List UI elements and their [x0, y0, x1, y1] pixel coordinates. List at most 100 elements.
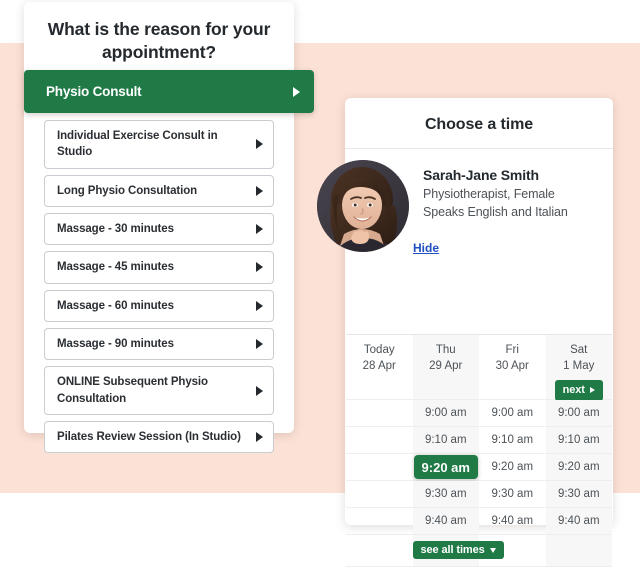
see-all-times-cell [479, 535, 546, 566]
schedule-day-date: 29 Apr [429, 359, 463, 372]
time-slot-label: 9:00 am [557, 407, 600, 419]
time-slot-label: 9:10 am [557, 434, 600, 446]
see-all-times-row: see all times [346, 535, 612, 567]
schedule-row: 9:00 am 9:00 am 9:00 am [346, 400, 612, 427]
practitioner-role: Physiotherapist, Female [423, 187, 555, 201]
reason-list: Individual Exercise Consult in Studio Lon… [44, 120, 274, 459]
time-slot[interactable]: 9:40 am [479, 508, 546, 534]
time-slot[interactable]: 9:30 am [479, 481, 546, 507]
time-slot[interactable]: 9:20 am [479, 454, 546, 480]
schedule-day-column: Thu 29 Apr [412, 335, 479, 399]
time-slot[interactable]: 9:00 am [479, 400, 546, 426]
reason-item[interactable]: Massage - 30 minutes [44, 212, 274, 246]
time-slot-selected[interactable]: 9:20 am [412, 454, 479, 480]
time-slot[interactable]: 9:30 am [412, 481, 479, 507]
time-slot-empty [346, 427, 413, 453]
schedule-row: 9:10 am 9:10 am 9:10 am [346, 427, 612, 454]
avatar [317, 160, 409, 252]
schedule-day-name: Today [363, 344, 395, 356]
time-slot[interactable]: 9:20 am [545, 454, 612, 480]
time-slot-label: 9:40 am [424, 515, 467, 527]
schedule-row: 9:20 am 9:20 am 9:20 am [346, 454, 612, 481]
reason-item[interactable]: Massage - 60 minutes [44, 289, 274, 322]
time-slot-label: 9:40 am [491, 515, 534, 527]
reason-item[interactable]: Pilates Review Session (In Studio) [44, 420, 274, 454]
reason-item[interactable]: Massage - 45 minutes [44, 251, 274, 284]
schedule-day-column: Today 28 Apr [346, 335, 413, 399]
next-button-label: next [562, 383, 585, 396]
schedule-row: 9:40 am 9:40 am 9:40 am [346, 508, 612, 535]
schedule-day-column: Sat 1 May next [545, 335, 612, 401]
see-all-times-cell: see all times [412, 535, 504, 566]
time-slot-empty [346, 481, 413, 507]
time-slot[interactable]: 9:00 am [412, 400, 479, 426]
schedule-body: 9:00 am 9:00 am 9:00 am 9:10 am 9:10 am 9:10… [346, 400, 612, 535]
schedule-day-name: Sat [570, 344, 588, 356]
next-week-button[interactable]: next [554, 379, 603, 401]
time-slot-label: 9:10 am [491, 434, 534, 446]
time-slot[interactable]: 9:10 am [412, 427, 479, 453]
time-slot[interactable]: 9:00 am [545, 400, 612, 426]
schedule-row: 9:30 am 9:30 am 9:30 am [346, 481, 612, 508]
schedule-day-column: Fri 30 Apr [479, 335, 546, 399]
time-slot-label: 9:30 am [557, 488, 600, 500]
caret-right-icon [256, 300, 263, 311]
time-slot-empty [346, 508, 413, 534]
time-slot[interactable]: 9:40 am [412, 508, 479, 534]
time-slot[interactable]: 9:40 am [545, 508, 612, 534]
time-slot-empty [346, 454, 413, 480]
schedule-day-name: Thu [435, 344, 456, 356]
schedule-day-name: Fri [505, 344, 519, 356]
choose-time-panel: Choose a time Sarah-Jane Smith Physiothe… [317, 98, 613, 567]
see-all-times-cell [346, 535, 413, 566]
time-slot-label: 9:20 am [491, 461, 534, 473]
caret-right-icon [256, 224, 263, 235]
see-all-times-cell [545, 535, 612, 566]
caret-right-icon [589, 387, 595, 394]
reason-item[interactable]: Individual Exercise Consult in Studio [44, 120, 274, 169]
caret-right-icon [256, 185, 263, 196]
time-slot-label: 9:40 am [557, 515, 600, 527]
schedule-grid: Today 28 Apr Thu 29 Apr Fri 30 Apr Sat 1 May nex… [346, 334, 612, 567]
selected-reason-physio-consult[interactable]: Physio Consult [24, 70, 314, 113]
reason-item[interactable]: Massage - 90 minutes [44, 327, 274, 361]
hide-link[interactable]: Hide [413, 241, 439, 255]
caret-right-icon [256, 339, 263, 350]
see-all-times-label: see all times [420, 544, 485, 556]
time-slot[interactable]: 9:10 am [479, 427, 546, 453]
schedule-day-date: 1 May [563, 359, 595, 372]
reason-item-label: Massage - 90 minutes [57, 337, 174, 350]
reason-item-label: Massage - 45 minutes [57, 261, 174, 274]
time-slot-label: 9:10 am [424, 434, 467, 446]
selected-reason-label: Physio Consult [46, 84, 142, 99]
time-slot-label: 9:20 am [557, 461, 600, 473]
practitioner-info: Sarah-Jane Smith Physiotherapist, Female… [423, 167, 603, 219]
time-slot-label: 9:30 am [424, 488, 467, 500]
time-slot-label: 9:00 am [491, 407, 534, 419]
time-slot-empty [346, 400, 413, 426]
caret-right-icon [256, 432, 263, 443]
reason-item-label: Massage - 60 minutes [57, 299, 174, 312]
practitioner-name: Sarah-Jane Smith [423, 167, 539, 183]
reason-item-label: Individual Exercise Consult in Studio [57, 130, 218, 159]
caret-right-icon [293, 86, 300, 97]
time-slot-label: 9:00 am [424, 407, 467, 419]
reason-item[interactable]: Long Physio Consultation [44, 174, 274, 207]
time-slot[interactable]: 9:10 am [545, 427, 612, 453]
caret-right-icon [256, 139, 263, 150]
practitioner-block: Sarah-Jane Smith Physiotherapist, Female… [317, 148, 613, 267]
choose-time-title: Choose a time [424, 116, 534, 133]
reason-item-label: Long Physio Consultation [57, 184, 198, 197]
page-title: What is the reason for your appointment? [47, 19, 271, 63]
time-slot[interactable]: 9:30 am [545, 481, 612, 507]
schedule-day-date: 28 Apr [362, 359, 396, 372]
schedule-day-date: 30 Apr [495, 359, 529, 372]
time-slot-label: 9:30 am [491, 488, 534, 500]
reason-item-label: Massage - 30 minutes [57, 222, 174, 235]
caret-right-icon [256, 385, 263, 396]
schedule-header-row: Today 28 Apr Thu 29 Apr Fri 30 Apr Sat 1 May nex… [346, 335, 612, 401]
time-slot-label: 9:20 am [413, 455, 478, 479]
reason-item-label: ONLINE Subsequent Physio Consultation [57, 376, 208, 405]
reason-item[interactable]: ONLINE Subsequent Physio Consultation [44, 366, 274, 415]
reason-item-label: Pilates Review Session (In Studio) [57, 430, 241, 443]
